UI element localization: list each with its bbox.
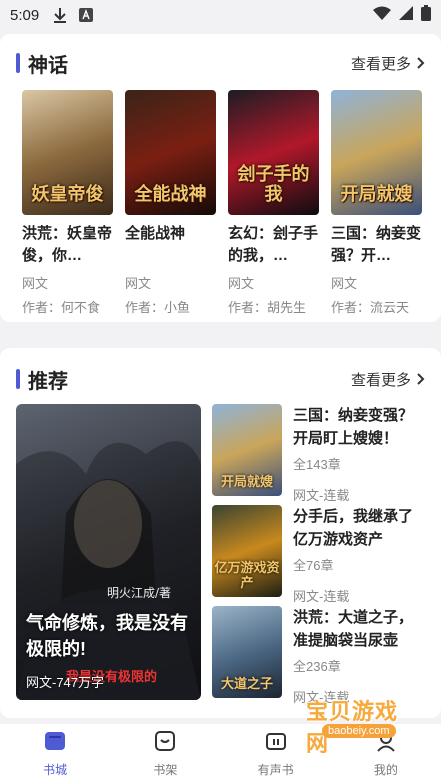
book-category: 网文 <box>22 276 49 291</box>
book-cover: 开局就嫂 <box>212 404 282 496</box>
book-author: 作者：小鱼 <box>125 300 191 315</box>
recommend-header: 推荐 查看更多 <box>16 364 425 394</box>
list-item-info: 分手后，我继承了亿万游戏资产 全76章 网文-连载 <box>293 505 427 605</box>
list-item[interactable]: 大道之子 洪荒：大道之子，准提脑袋当尿壶 全236章 网文-连载 <box>212 606 427 706</box>
bookstore-icon <box>44 730 66 757</box>
book-author: 作者：何不食 <box>22 300 101 315</box>
book-title: 三国：纳妾变强？开… <box>331 225 422 264</box>
featured-meta: 网文-747万字 <box>26 675 105 690</box>
cover-title: 亿万游戏资产 <box>214 561 280 591</box>
section-title: 神话 <box>28 54 68 77</box>
tab-label: 书架 <box>153 763 178 777</box>
wifi-icon <box>373 6 391 25</box>
book-cover: 亿万游戏资产 <box>212 505 282 597</box>
watermark-url: baobeiy.com <box>322 724 396 738</box>
mythology-section: 神话 查看更多 妖皇帝俊 洪荒：妖皇帝俊，你… 网文 作者：何不食 全能战神 全… <box>0 34 441 322</box>
recommend-section: 推荐 查看更多 明火江成/著 气命修炼，我是没有极限的! 我是没有极限的 网文-… <box>0 348 441 718</box>
mythology-header: 神话 查看更多 <box>16 48 425 78</box>
tab-label: 书城 <box>43 763 68 777</box>
featured-cover-author: 明火江成/著 <box>106 586 171 600</box>
cover-title: 开局就嫂 <box>340 184 413 205</box>
book-author: 作者：流云天 <box>331 300 410 315</box>
book-cover: 大道之子 <box>212 606 282 698</box>
book-category: 网文 <box>125 276 152 291</box>
book-card[interactable]: 全能战神 全能战神 网文 作者：小鱼 <box>125 90 216 316</box>
chapter-count: 全143章 <box>293 457 341 472</box>
bookshelf-icon <box>154 730 176 757</box>
cover-title: 刽子手的我 <box>237 164 310 205</box>
book-title: 洪荒：大道之子，准提脑袋当尿壶 <box>293 609 414 649</box>
list-item[interactable]: 亿万游戏资产 分手后，我继承了亿万游戏资产 全76章 网文-连载 <box>212 505 427 605</box>
view-more-button[interactable]: 查看更多 <box>351 53 425 74</box>
recommend-list: 开局就嫂 三国：纳妾变强？开局盯上嫂嫂！ 全143章 网文-连载 亿万游戏资产 … <box>212 404 427 707</box>
book-author: 作者：胡先生 <box>228 300 307 315</box>
view-more-label: 查看更多 <box>350 55 411 73</box>
signal-icon <box>399 5 413 25</box>
book-category: 网文 <box>331 276 358 291</box>
book-cover: 刽子手的我 <box>228 90 319 215</box>
book-cover: 开局就嫂 <box>331 90 422 215</box>
featured-title: 气命修炼，我是没有极限的! <box>26 613 188 659</box>
book-category: 网文 <box>228 276 255 291</box>
book-title: 三国：纳妾变强？开局盯上嫂嫂！ <box>293 407 414 447</box>
status-bar: 5:09 <box>0 0 441 30</box>
chevron-right-icon <box>417 373 425 385</box>
chapter-count: 全236章 <box>293 659 341 674</box>
list-item-info: 洪荒：大道之子，准提脑袋当尿壶 全236章 网文-连载 <box>293 606 427 706</box>
book-card[interactable]: 妖皇帝俊 洪荒：妖皇帝俊，你… 网文 作者：何不食 <box>22 90 113 316</box>
tab-label: 有声书 <box>257 763 294 777</box>
featured-book-card[interactable]: 明火江成/著 气命修炼，我是没有极限的! 我是没有极限的 网文-747万字 <box>16 404 201 700</box>
chevron-right-icon <box>417 57 425 69</box>
book-title: 洪荒：妖皇帝俊，你… <box>22 225 113 264</box>
view-more-button[interactable]: 查看更多 <box>351 369 425 390</box>
font-icon <box>79 8 94 22</box>
tab-bookshelf[interactable]: 书架 <box>125 730 205 778</box>
battery-icon <box>421 4 431 26</box>
book-category: 网文-连载 <box>293 488 350 503</box>
audiobook-icon <box>265 730 287 757</box>
cover-title: 大道之子 <box>220 677 273 692</box>
book-title: 玄幻：刽子手的我，… <box>228 225 319 264</box>
cover-title: 全能战神 <box>134 184 207 205</box>
tab-bookstore[interactable]: 书城 <box>15 730 95 778</box>
book-card[interactable]: 开局就嫂 三国：纳妾变强？开… 网文 作者：流云天 <box>331 90 422 316</box>
book-title: 全能战神 <box>125 225 186 242</box>
status-time: 5:09 <box>10 6 40 24</box>
list-item[interactable]: 开局就嫂 三国：纳妾变强？开局盯上嫂嫂！ 全143章 网文-连载 <box>212 404 427 504</box>
book-cover: 全能战神 <box>125 90 216 215</box>
book-title: 分手后，我继承了亿万游戏资产 <box>293 508 414 548</box>
list-item-info: 三国：纳妾变强？开局盯上嫂嫂！ 全143章 网文-连载 <box>293 404 427 504</box>
download-icon <box>53 7 67 23</box>
section-accent-bar <box>16 53 20 73</box>
book-cover: 妖皇帝俊 <box>22 90 113 215</box>
site-watermark: 宝贝游戏网 baobeiy.com <box>296 694 416 764</box>
section-title: 推荐 <box>28 370 68 393</box>
view-more-label: 查看更多 <box>350 371 411 389</box>
book-card[interactable]: 刽子手的我 玄幻：刽子手的我，… 网文 作者：胡先生 <box>228 90 319 316</box>
cover-title: 妖皇帝俊 <box>31 184 104 205</box>
book-category: 网文-连载 <box>293 589 350 604</box>
section-accent-bar <box>16 369 20 389</box>
mythology-book-grid: 妖皇帝俊 洪荒：妖皇帝俊，你… 网文 作者：何不食 全能战神 全能战神 网文 作… <box>22 90 422 316</box>
chapter-count: 全76章 <box>293 558 334 573</box>
cover-title: 开局就嫂 <box>220 475 273 490</box>
